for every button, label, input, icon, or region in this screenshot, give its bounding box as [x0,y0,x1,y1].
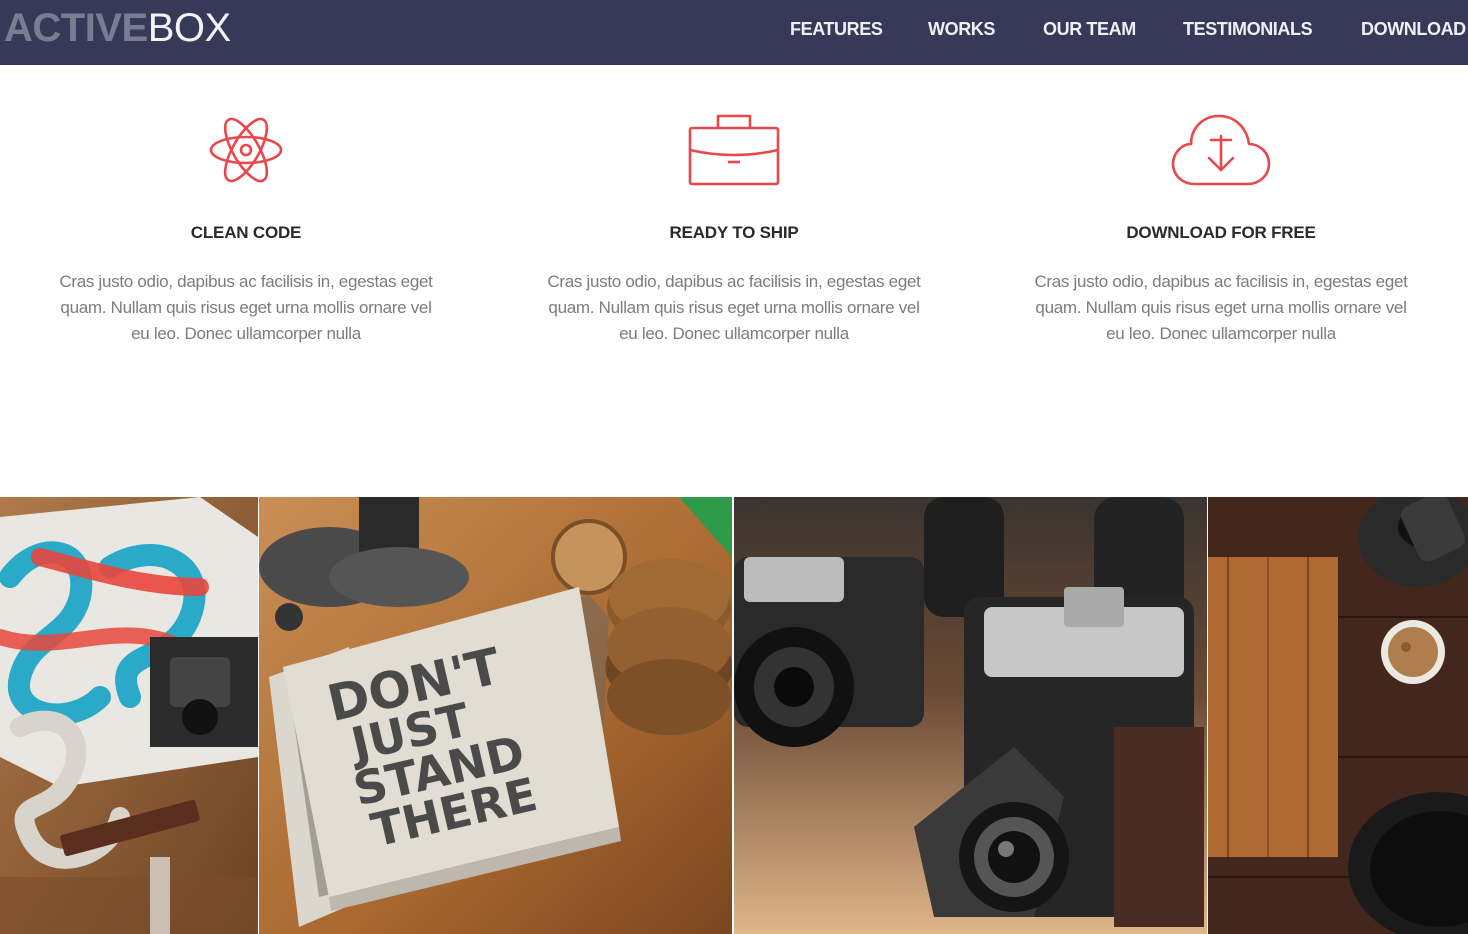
cloud-download-icon [1001,110,1441,190]
feature-description: Cras justo odio, dapibus ac facilisis in… [547,272,921,343]
nav-item-features[interactable]: FEATURES [790,18,883,40]
nav-item-our-team[interactable]: OUR TEAM [1043,18,1136,40]
brand-logo[interactable]: ACTIVEBOX [4,6,231,50]
feature-title: READY TO SHIP [669,223,799,242]
feature-title: DOWNLOAD FOR FREE [1126,223,1316,242]
atom-icon [26,110,466,190]
gallery-image-cameras[interactable] [734,497,1207,934]
brand-logo-bold: ACTIVE [4,6,148,50]
nav-item-works[interactable]: WORKS [928,18,995,40]
gallery-image-notebook[interactable]: DON'T JUST STAND THERE [259,497,732,934]
top-navbar: ACTIVEBOX FEATURES WORKS OUR TEAM TESTIM… [0,0,1468,65]
nav-item-testimonials[interactable]: TESTIMONIALS [1183,18,1313,40]
feature-description: Cras justo odio, dapibus ac facilisis in… [59,272,433,343]
briefcase-icon [514,110,954,190]
brand-logo-thin: BOX [147,6,231,50]
nav-item-download[interactable]: DOWNLOAD [1361,18,1466,40]
gallery-image-kitchen[interactable] [1208,497,1468,934]
feature-description: Cras justo odio, dapibus ac facilisis in… [1034,272,1408,343]
gallery-image-tshirt-desk[interactable] [0,497,258,934]
feature-title: CLEAN CODE [190,223,302,242]
